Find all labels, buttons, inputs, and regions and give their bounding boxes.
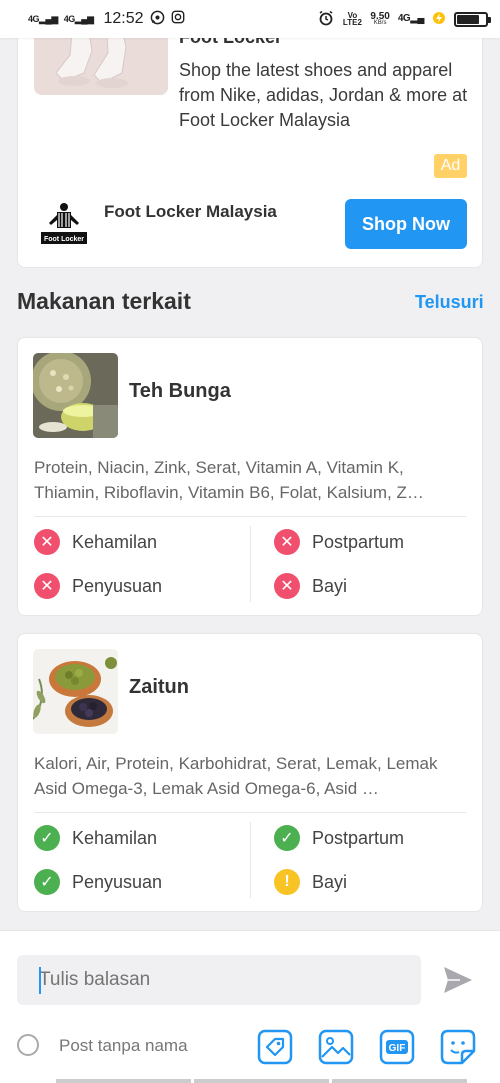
food-image — [33, 649, 118, 734]
sticker-button[interactable] — [440, 1029, 476, 1065]
cross-icon: ✕ — [274, 529, 300, 555]
status-label: Bayi — [312, 871, 348, 892]
ad-brand-name[interactable]: Foot Locker Malaysia — [104, 202, 277, 222]
food-name: Teh Bunga — [129, 380, 231, 402]
nav-indicator — [56, 1079, 191, 1083]
cross-icon: ✕ — [34, 529, 60, 555]
shop-now-button[interactable]: Shop Now — [345, 199, 467, 249]
status-kehamilan: ✓ Kehamilan — [34, 825, 157, 851]
cross-icon: ✕ — [274, 573, 300, 599]
status-label: Penyusuan — [72, 871, 163, 892]
status-postpartum: ✕ Postpartum — [274, 529, 404, 555]
ad-description: Shop the latest shoes and apparel from N… — [179, 60, 468, 130]
status-label: Penyusuan — [72, 575, 163, 596]
anonymous-radio[interactable] — [17, 1034, 39, 1056]
reply-bar: Post tanpa nama GIF — [0, 930, 500, 1083]
warning-icon: ! — [274, 869, 300, 895]
status-label: Bayi — [312, 575, 348, 596]
foot-locker-logo[interactable]: Foot Locker — [40, 201, 88, 245]
instagram-icon — [171, 10, 185, 28]
check-icon: ✓ — [274, 825, 300, 851]
send-button[interactable] — [442, 965, 474, 995]
status-label: Postpartum — [312, 531, 405, 552]
tag-icon — [257, 1029, 293, 1065]
status-label: Kehamilan — [72, 827, 158, 848]
gif-icon: GIF — [379, 1029, 415, 1065]
gif-label: GIF — [389, 1043, 406, 1054]
ad-badge: Ad — [434, 154, 467, 178]
reply-input[interactable] — [17, 955, 421, 1005]
ad-card[interactable]: Foot Locker Shop the latest shoes and ap… — [17, 0, 483, 268]
image-button[interactable] — [318, 1029, 354, 1065]
food-nutrients: Protein, Niacin, Zink, Serat, Vitamin A,… — [34, 458, 424, 502]
battery-saver-icon — [432, 10, 446, 29]
browse-link[interactable]: Telusuri — [415, 292, 484, 313]
tag-button[interactable] — [257, 1029, 293, 1065]
section-title: Makanan terkait — [17, 288, 191, 314]
status-penyusuan: ✕ Penyusuan — [34, 573, 162, 599]
food-name: Zaitun — [129, 676, 189, 698]
battery-icon — [454, 11, 491, 27]
status-penyusuan: ✓ Penyusuan — [34, 869, 162, 895]
send-icon — [444, 967, 472, 993]
anonymous-label[interactable]: Post tanpa nama — [59, 1036, 188, 1056]
status-bayi: ✕ Bayi — [274, 573, 347, 599]
food-card[interactable]: Zaitun Kalori, Air, Protein, Karbohidrat… — [17, 633, 483, 912]
signal-icon-2: 4G▂▄▆ — [63, 13, 94, 24]
check-icon: ✓ — [34, 825, 60, 851]
food-image — [33, 353, 118, 438]
divider — [250, 526, 251, 602]
divider — [34, 516, 466, 517]
logo-text: Foot Locker — [44, 236, 84, 243]
volte-indicator: Vo LTE2 — [342, 10, 362, 27]
status-bar: 4G▂▄▆ 4G▂▄▆ 12:52 Vo LTE2 9.50 KB/s 4G▂▄ — [0, 0, 500, 38]
status-postpartum: ✓ Postpartum — [274, 825, 404, 851]
whatsapp-icon — [150, 10, 165, 29]
alarm-icon — [318, 10, 334, 29]
sticker-icon — [440, 1029, 476, 1065]
status-label: Postpartum — [312, 827, 405, 848]
cross-icon: ✕ — [34, 573, 60, 599]
clock: 12:52 — [103, 10, 144, 27]
gif-button[interactable]: GIF — [379, 1029, 415, 1065]
status-bayi: ! Bayi — [274, 869, 347, 895]
status-kehamilan: ✕ Kehamilan — [34, 529, 157, 555]
signal-icon-1: 4G▂▄▆ — [28, 13, 58, 24]
text-cursor — [39, 967, 41, 994]
image-icon — [318, 1029, 354, 1065]
divider — [34, 812, 466, 813]
check-icon: ✓ — [34, 869, 60, 895]
divider — [250, 822, 251, 898]
nav-indicator — [332, 1079, 467, 1083]
network-type-icon: 4G▂▄ — [397, 13, 425, 24]
nav-indicator — [194, 1079, 329, 1083]
net-speed: 9.50 KB/s — [370, 10, 390, 26]
food-card[interactable]: Teh Bunga Protein, Niacin, Zink, Serat, … — [17, 337, 483, 616]
food-nutrients: Kalori, Air, Protein, Karbohidrat, Serat… — [34, 754, 438, 798]
status-label: Kehamilan — [72, 531, 158, 552]
